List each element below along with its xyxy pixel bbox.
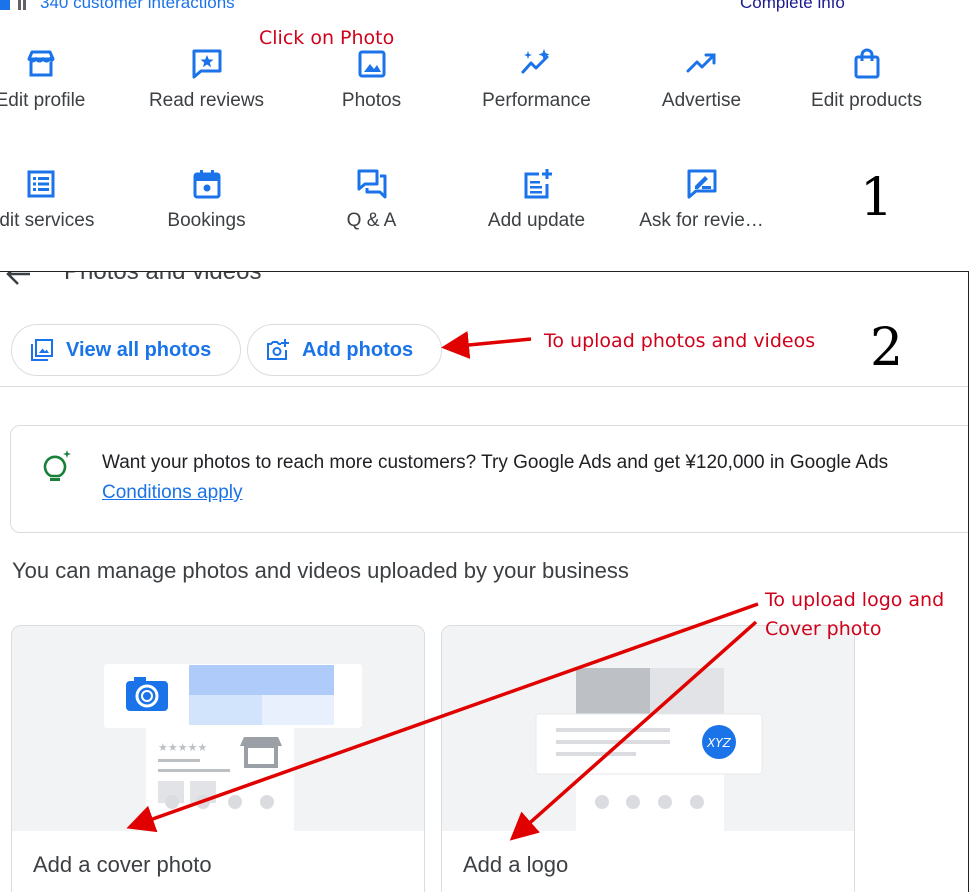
add-cover-photo-card[interactable]: ★★★★★ Add a cover photo: [11, 625, 425, 892]
conditions-apply-link[interactable]: Conditions apply: [102, 482, 242, 504]
logo-illustration: XYZ: [442, 626, 854, 831]
cover-photo-caption: Add a cover photo: [33, 852, 212, 877]
image-icon: [358, 50, 385, 78]
view-all-photos-label: View all photos: [66, 338, 212, 361]
action-bookings[interactable]: Bookings: [124, 167, 289, 232]
post-add-icon: [524, 169, 552, 199]
action-label: Read reviews: [148, 90, 265, 111]
annotation-upload-logo-line1: To upload logo and: [765, 589, 945, 611]
back-arrow-icon[interactable]: [4, 271, 32, 286]
annotation-upload-logo-line2: Cover photo: [765, 618, 882, 640]
step-number-one: 1: [860, 168, 894, 228]
interactions-text: 340 customer interactions: [40, 0, 235, 12]
add-photos-button[interactable]: Add photos: [247, 324, 442, 376]
interactions-summary[interactable]: 340 customer interactions: [0, 0, 235, 12]
panel-divider: [0, 386, 968, 387]
photos-panel: Photos and videos View all photos Add ph…: [0, 271, 969, 892]
action-advertise[interactable]: Advertise: [619, 47, 784, 112]
promo-text: Want your photos to reach more customers…: [102, 452, 889, 473]
action-add-update[interactable]: Add update: [454, 167, 619, 232]
logo-badge-text: XYZ: [706, 736, 732, 750]
action-label: Photos: [341, 90, 402, 111]
view-all-photos-button[interactable]: View all photos: [11, 324, 241, 376]
lightbulb-icon: [43, 450, 71, 481]
trending-sparkle-icon: [521, 49, 549, 74]
list-icon: [27, 170, 54, 198]
action-read-reviews[interactable]: Read reviews: [124, 47, 289, 112]
ads-promo-banner: Want your photos to reach more customers…: [10, 425, 968, 533]
action-performance[interactable]: Performance: [454, 47, 619, 112]
action-edit-products[interactable]: Edit products: [784, 47, 949, 112]
add-logo-card[interactable]: XYZ Add a logo: [441, 625, 855, 892]
manage-description: You can manage photos and videos uploade…: [12, 558, 629, 583]
annotation-click-photo: Click on Photo: [259, 27, 395, 49]
annotation-upload-photos: To upload photos and videos: [544, 330, 816, 352]
rate-review-icon: [687, 169, 716, 199]
action-label: Bookings: [167, 210, 246, 231]
top-strip: 340 customer interactions Complete info: [0, 0, 970, 12]
step-number-two: 2: [870, 318, 904, 378]
storefront-icon: [27, 50, 54, 77]
svg-text:★★★★★: ★★★★★: [158, 741, 207, 754]
shopping-bag-icon: [854, 48, 879, 79]
action-label: Performance: [482, 90, 591, 111]
action-label: Add update: [487, 210, 586, 231]
bar-chart-icon: [0, 0, 26, 10]
action-edit-profile[interactable]: Edit profile: [0, 47, 123, 112]
action-q-and-a[interactable]: Q & A: [289, 167, 454, 232]
action-label: Edit products: [811, 90, 922, 111]
action-label: Edit services: [0, 210, 95, 231]
action-ask-for-review[interactable]: Ask for revie…: [619, 167, 784, 232]
action-label: Edit profile: [0, 90, 86, 111]
trending-up-icon: [686, 53, 715, 73]
complete-info-link[interactable]: Complete info: [740, 0, 845, 12]
calendar-icon: [193, 170, 220, 199]
action-label: Ask for revie…: [639, 210, 764, 231]
panel-title: Photos and videos: [64, 271, 262, 285]
chat-bubbles-icon: [357, 169, 386, 199]
action-photos[interactable]: Photos: [289, 47, 454, 112]
action-label: Advertise: [661, 90, 742, 111]
add-photo-icon: [267, 339, 289, 360]
review-star-icon: [192, 49, 221, 79]
logo-caption: Add a logo: [463, 852, 569, 877]
cover-illustration: ★★★★★: [12, 626, 424, 831]
action-edit-services[interactable]: Edit services: [0, 167, 123, 232]
photo-library-icon: [31, 339, 53, 361]
add-photos-label: Add photos: [302, 338, 414, 361]
action-label: Q & A: [346, 210, 397, 231]
